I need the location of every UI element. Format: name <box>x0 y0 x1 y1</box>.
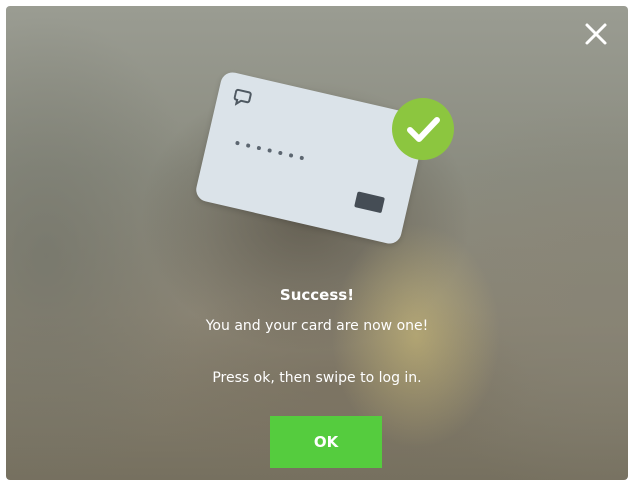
speech-bubble-logo-icon <box>233 88 252 106</box>
card-number-dots <box>235 140 305 161</box>
instruction-text: Press ok, then swipe to log in. <box>212 370 422 386</box>
success-screen: Success! You and your card are now one! … <box>6 6 628 480</box>
close-button[interactable] <box>580 18 612 50</box>
success-message: You and your card are now one! <box>205 318 429 334</box>
success-title: Success! <box>279 286 355 304</box>
card-chip <box>354 191 385 214</box>
ok-button[interactable]: OK <box>270 416 382 468</box>
checkmark-icon <box>392 98 454 160</box>
close-icon <box>585 23 607 45</box>
